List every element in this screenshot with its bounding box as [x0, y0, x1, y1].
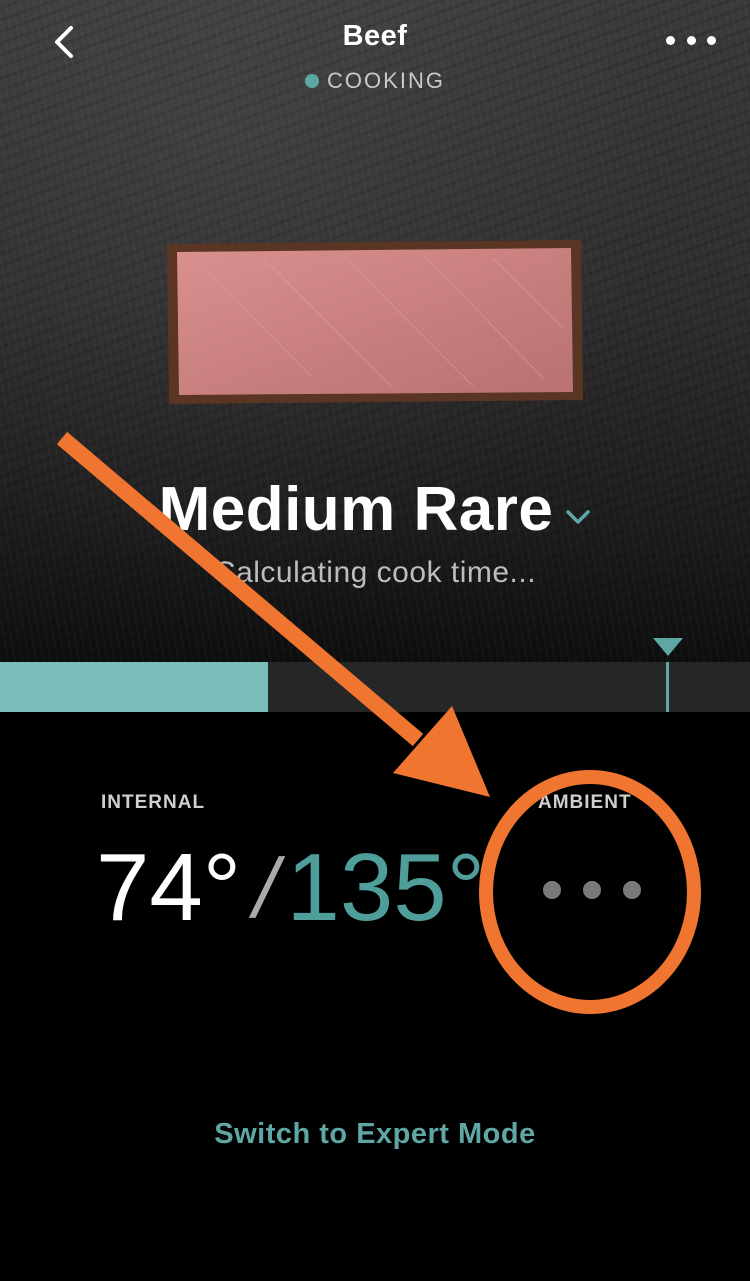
loading-dot-icon	[583, 881, 601, 899]
target-temp: 135°	[286, 834, 486, 941]
steak-image	[167, 240, 583, 404]
annotation-arrow-head	[393, 706, 490, 797]
temp-separator: /	[245, 840, 289, 935]
target-line	[666, 662, 669, 712]
status-dot-icon	[305, 74, 320, 88]
loading-dot-icon	[623, 881, 641, 899]
ambient-loading-indicator	[543, 880, 641, 900]
target-marker-icon	[653, 638, 683, 656]
expert-mode-link[interactable]: Switch to Expert Mode	[0, 1118, 750, 1151]
temperature-readout: 74° / 135°	[96, 834, 485, 941]
temperature-progress-bar	[0, 662, 750, 712]
cooking-status: COOKING	[0, 68, 750, 94]
progress-fill	[0, 662, 268, 712]
internal-temp: 74°	[96, 834, 242, 941]
more-dot-icon	[686, 35, 696, 45]
doneness-selector[interactable]: Medium Rare	[0, 474, 750, 545]
loading-dot-icon	[543, 881, 561, 899]
more-dot-icon	[707, 35, 716, 45]
cook-time-status: Calculating cook time...	[213, 556, 537, 589]
internal-label: INTERNAL	[101, 792, 206, 813]
status-label: COOKING	[327, 68, 445, 93]
ambient-label: AMBIENT	[538, 792, 632, 813]
page-title: Beef	[342, 20, 408, 52]
chevron-down-icon	[566, 509, 591, 524]
more-menu-button[interactable]	[666, 30, 716, 50]
doneness-label: Medium Rare	[158, 475, 554, 544]
more-dot-icon	[666, 35, 675, 45]
